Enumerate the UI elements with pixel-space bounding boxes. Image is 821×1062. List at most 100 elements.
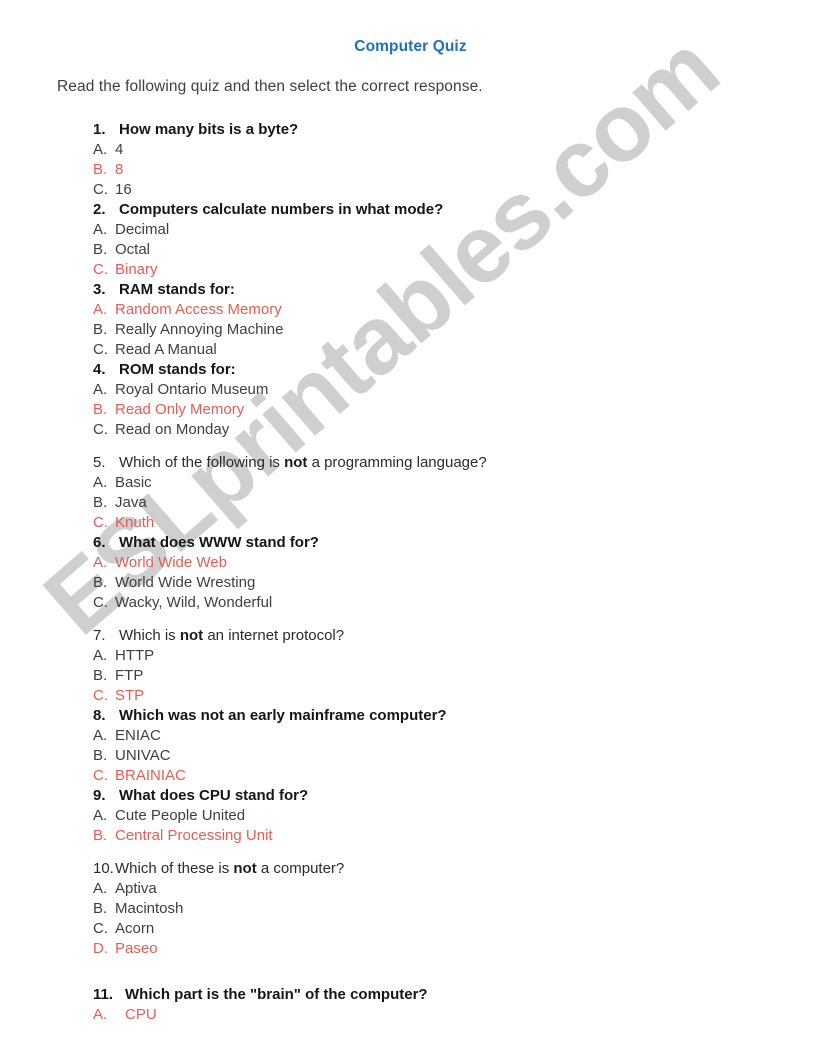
- option-letter: C.: [93, 261, 108, 278]
- option-text: Read on Monday: [115, 421, 230, 438]
- question-line: 8. Which was not an early mainframe compu…: [0, 706, 821, 726]
- option-text: 8: [115, 161, 124, 178]
- option-letter: A.: [93, 647, 108, 664]
- answer-option[interactable]: A. World Wide Web: [0, 553, 821, 573]
- option-text: Java: [115, 494, 147, 511]
- option-line[interactable]: B. FTP: [0, 666, 821, 686]
- question-block: 3. RAM stands for: A. Random Access Memory B…: [0, 280, 821, 360]
- option-line[interactable]: C. 16: [0, 180, 821, 200]
- answer-option[interactable]: B. Central Processing Unit: [0, 826, 821, 846]
- option-letter: A.: [93, 880, 108, 897]
- option-line[interactable]: B. Octal: [0, 240, 821, 260]
- option-line[interactable]: B. UNIVAC: [0, 746, 821, 766]
- question-text: How many bits is a byte?: [119, 121, 299, 138]
- question-emphasis: not: [179, 627, 204, 644]
- option-line[interactable]: B. World Wide Wresting: [0, 573, 821, 593]
- option-line[interactable]: A. Decimal: [0, 220, 821, 240]
- question-number: 2.: [93, 201, 106, 218]
- question-text-before: Which of the following is: [119, 454, 285, 471]
- option-letter: D.: [93, 940, 108, 957]
- option-text: UNIVAC: [115, 747, 171, 764]
- option-text: FTP: [115, 667, 144, 684]
- question-text: Which was not an early mainframe compute…: [119, 707, 447, 724]
- option-text: Binary: [115, 261, 158, 278]
- option-line[interactable]: C. Read on Monday: [0, 420, 821, 440]
- option-line[interactable]: A. Basic: [0, 473, 821, 493]
- option-line[interactable]: A. Royal Ontario Museum: [0, 380, 821, 400]
- option-text: ENIAC: [115, 727, 161, 744]
- option-letter: C.: [93, 920, 108, 937]
- page-title: Computer Quiz: [354, 38, 467, 55]
- question-emphasis: not: [284, 454, 308, 471]
- option-text: Macintosh: [115, 900, 184, 917]
- question-block: 11. Which part is the "brain" of the comp…: [0, 985, 821, 1025]
- option-line[interactable]: A. 4: [0, 140, 821, 160]
- option-letter: B.: [93, 667, 108, 684]
- question-text: Which of these is not a computer?: [115, 859, 344, 879]
- answer-option[interactable]: B. Read Only Memory: [0, 400, 821, 420]
- answer-option[interactable]: B. 8: [0, 160, 821, 180]
- question-line: 4. ROM stands for:: [0, 360, 821, 380]
- question-line: 3. RAM stands for:: [0, 280, 821, 300]
- option-text: Basic: [115, 474, 152, 491]
- question-number: 3.: [93, 281, 106, 298]
- option-text: World Wide Wresting: [115, 574, 256, 591]
- option-text: Random Access Memory: [115, 301, 282, 318]
- option-line[interactable]: B. Macintosh: [0, 899, 821, 919]
- answer-option[interactable]: C. STP: [0, 686, 821, 706]
- option-line[interactable]: A. ENIAC: [0, 726, 821, 746]
- option-letter: A.: [93, 301, 108, 318]
- question-number: 7.: [93, 627, 106, 644]
- question-line: 10. Which of these is not a computer?: [0, 859, 821, 879]
- quiz-question-list: 1. How many bits is a byte? A. 4 B. 8 C. 16 2. Co…: [0, 120, 821, 1025]
- question-block: 6. What does WWW stand for? A. World Wide W…: [0, 533, 821, 613]
- option-text: Really Annoying Machine: [115, 321, 284, 338]
- answer-option[interactable]: D. Paseo: [0, 939, 821, 959]
- option-text: 16: [115, 181, 132, 198]
- question-text-before: Which of these is: [115, 860, 234, 877]
- option-letter: A.: [93, 807, 108, 824]
- question-line: 11. Which part is the "brain" of the comp…: [0, 985, 821, 1005]
- option-line[interactable]: A. Cute People United: [0, 806, 821, 826]
- option-text: Knuth: [115, 514, 155, 531]
- option-line[interactable]: A. HTTP: [0, 646, 821, 666]
- option-letter: C.: [93, 421, 108, 438]
- option-letter: B.: [93, 401, 108, 418]
- option-text: Paseo: [115, 940, 158, 957]
- option-line[interactable]: B. Java: [0, 493, 821, 513]
- option-line[interactable]: C. Acorn: [0, 919, 821, 939]
- option-text: Royal Ontario Museum: [115, 381, 269, 398]
- option-letter: C.: [93, 181, 108, 198]
- option-letter: A.: [93, 727, 108, 744]
- instructions-text: Read the following quiz and then select …: [57, 78, 483, 95]
- option-letter: A.: [93, 381, 108, 398]
- option-line[interactable]: C. Read A Manual: [0, 340, 821, 360]
- question-block: 2. Computers calculate numbers in what mo…: [0, 200, 821, 280]
- option-letter: A.: [93, 1006, 108, 1023]
- question-emphasis: not: [233, 860, 257, 877]
- option-line[interactable]: B. Really Annoying Machine: [0, 320, 821, 340]
- answer-option[interactable]: C. BRAINIAC: [0, 766, 821, 786]
- question-line: 9. What does CPU stand for?: [0, 786, 821, 806]
- option-line[interactable]: A. Aptiva: [0, 879, 821, 899]
- option-text: 4: [115, 141, 124, 158]
- option-line[interactable]: C. Wacky, Wild, Wonderful: [0, 593, 821, 613]
- answer-option[interactable]: C. Binary: [0, 260, 821, 280]
- answer-option[interactable]: A. Random Access Memory: [0, 300, 821, 320]
- question-line: 1. How many bits is a byte?: [0, 120, 821, 140]
- question-number: 1.: [93, 121, 106, 138]
- question-block: 8. Which was not an early mainframe compu…: [0, 706, 821, 786]
- option-text: World Wide Web: [115, 554, 227, 571]
- question-number: 8.: [93, 707, 106, 724]
- option-letter: B.: [93, 494, 108, 511]
- answer-option[interactable]: A. CPU: [0, 1005, 821, 1025]
- option-letter: C.: [93, 767, 108, 784]
- option-letter: A.: [93, 221, 108, 238]
- question-number: 5.: [93, 454, 106, 471]
- question-line: 7. Which is not an internet protocol?: [0, 626, 821, 646]
- option-letter: A.: [93, 474, 108, 491]
- option-text: BRAINIAC: [115, 767, 186, 784]
- question-text-after: a computer?: [256, 860, 345, 877]
- option-text: STP: [115, 687, 145, 704]
- answer-option[interactable]: C. Knuth: [0, 513, 821, 533]
